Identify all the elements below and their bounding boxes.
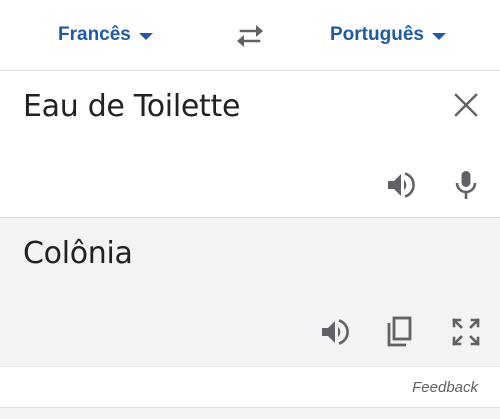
translate-app: Francês Português Eau de Toilette Colôni… (0, 0, 500, 419)
source-panel[interactable]: Eau de Toilette (0, 71, 500, 218)
source-language-button[interactable]: Francês (58, 0, 153, 70)
target-language-label: Português (330, 24, 424, 45)
translation-listen-button[interactable] (316, 314, 352, 350)
copy-translation-button[interactable] (382, 314, 418, 350)
source-listen-button[interactable] (382, 167, 418, 203)
speaker-icon (322, 319, 349, 345)
target-language-button[interactable]: Português (330, 0, 446, 70)
feedback-link[interactable]: Feedback (412, 379, 478, 396)
fullscreen-button[interactable] (448, 314, 484, 350)
feedback-row: Feedback (0, 367, 500, 407)
fullscreen-icon (452, 318, 480, 346)
translation-text: Colônia (23, 236, 133, 271)
caret-down-icon (138, 33, 153, 40)
swap-arrows-icon (237, 25, 263, 47)
caret-down-icon (431, 33, 446, 40)
microphone-icon (455, 171, 477, 199)
clear-button[interactable] (448, 87, 484, 123)
bottom-divider (0, 407, 500, 419)
language-bar: Francês Português (0, 0, 500, 71)
speaker-icon (388, 172, 415, 198)
translation-panel: Colônia (0, 218, 500, 367)
copy-icon (387, 316, 412, 347)
close-icon (454, 93, 478, 117)
voice-input-button[interactable] (448, 167, 484, 203)
swap-languages-button[interactable] (232, 20, 268, 52)
source-text-input[interactable]: Eau de Toilette (23, 89, 240, 124)
source-language-label: Francês (58, 24, 131, 45)
